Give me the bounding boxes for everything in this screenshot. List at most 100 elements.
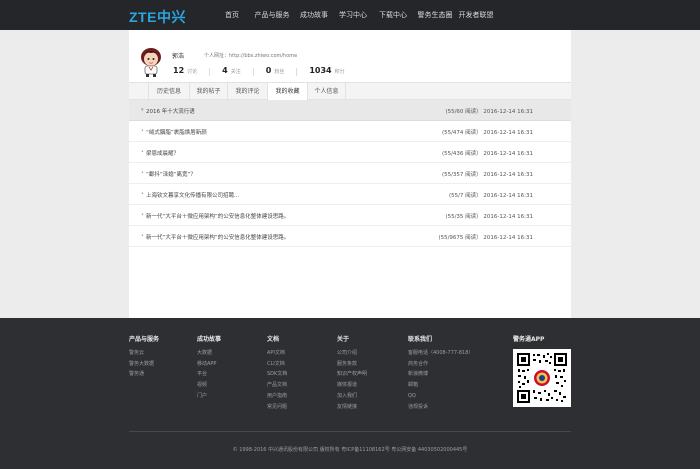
- tab-personal-info[interactable]: 个人信息: [308, 83, 346, 100]
- footer-link[interactable]: 友情链接: [337, 402, 367, 413]
- expand-arrow-icon: ▾: [141, 107, 144, 113]
- post-title[interactable]: “绒式胭脂”裹脂焕唇新颜: [146, 128, 207, 136]
- tab-my-comments[interactable]: 我的评论: [228, 83, 268, 100]
- footer-link[interactable]: SDK文档: [267, 369, 287, 380]
- tab-my-posts[interactable]: 我的帖子: [190, 83, 228, 100]
- footer-col-contact: 联系我们 客服电话（4008-777-818） 商务合作 新浪微博 邮箱 QQ …: [408, 334, 473, 412]
- post-meta: (55/60 阅读） 2016-12-14 16:31: [445, 109, 533, 115]
- post-title[interactable]: 上海钦文暮享文化传播有限公司招聘...: [146, 191, 239, 199]
- footer-heading: 成功故事: [197, 336, 222, 343]
- post-title[interactable]: 梁恩成晨耀？: [146, 149, 179, 157]
- footer-col-app: 警务通APP: [513, 334, 544, 348]
- stat-following[interactable]: 4 关注: [222, 66, 241, 76]
- footer-link[interactable]: 移动APP: [197, 359, 221, 370]
- footer-link[interactable]: 客服电话（4008-777-818）: [408, 348, 473, 359]
- footer-link[interactable]: 视频: [197, 380, 221, 391]
- bullet-icon: •: [141, 128, 144, 134]
- footer-col-docs: 文档 API文档 CLI文档 SDK文档 产品文档 用户指南 常见问题: [267, 334, 287, 412]
- nav-home[interactable]: 首页: [219, 0, 245, 30]
- footer-link[interactable]: QQ: [408, 391, 473, 402]
- stat-discussions[interactable]: 12 讨论: [173, 66, 197, 76]
- homepage-url[interactable]: 个人网址：http://bbs.zhiwo.com/home: [204, 52, 297, 59]
- bullet-icon: •: [141, 149, 144, 155]
- stat-label: 粉丝: [274, 69, 285, 75]
- nav-products[interactable]: 产品与服务: [253, 0, 291, 30]
- avatar-cartoon-icon: [141, 48, 161, 77]
- post-title[interactable]: “鄱抖”泽媳“离宽”？: [146, 170, 196, 178]
- username: 郭浩: [172, 53, 185, 60]
- nav-police-ecosystem[interactable]: 警务生态圈: [417, 0, 453, 30]
- footer-link[interactable]: 公司介绍: [337, 348, 367, 359]
- list-item[interactable]: • 上海钦文暮享文化传播有限公司招聘... (55/7 阅读） 2016-12-…: [129, 184, 571, 205]
- bullet-icon: •: [141, 233, 144, 239]
- zte-logo[interactable]: ZTE中兴: [129, 7, 186, 27]
- copyright-text: © 1998-2016 中兴通讯股份有限公司 版权所有 粤ICP备1110816…: [232, 447, 468, 453]
- footer-heading: 产品与服务: [129, 336, 160, 343]
- stat-points[interactable]: 1034 积分: [309, 66, 344, 76]
- footer-link[interactable]: 常见问题: [267, 402, 287, 413]
- stat-value: 12: [173, 66, 185, 75]
- list-item[interactable]: • 梁恩成晨耀？ (55/436 阅读） 2016-12-14 16:31: [129, 142, 571, 163]
- footer-link[interactable]: 邮箱: [408, 380, 473, 391]
- footer-link[interactable]: 违规投诉: [408, 402, 473, 413]
- stat-label: 积分: [334, 69, 345, 75]
- post-meta: (55/474 阅读） 2016-12-14 16:31: [441, 130, 533, 136]
- tab-history[interactable]: 历史信息: [148, 83, 190, 100]
- nav-download-center[interactable]: 下载中心: [378, 0, 408, 30]
- footer-link[interactable]: 大数据: [197, 348, 221, 359]
- footer-link[interactable]: 商务合作: [408, 359, 473, 370]
- post-meta: (55/357 阅读） 2016-12-14 16:31: [441, 172, 533, 178]
- footer-link[interactable]: 警务云: [129, 348, 159, 359]
- list-item[interactable]: • “绒式胭脂”裹脂焕唇新颜 (55/474 阅读） 2016-12-14 16…: [129, 121, 571, 142]
- list-item[interactable]: • “鄱抖”泽媳“离宽”？ (55/357 阅读） 2016-12-14 16:…: [129, 163, 571, 184]
- divider: [252, 68, 254, 76]
- profile-tabs: 历史信息 我的帖子 我的评论 我的收藏 个人信息: [129, 82, 571, 100]
- tab-my-favorites[interactable]: 我的收藏: [268, 83, 308, 100]
- app-qr-code: [513, 349, 571, 407]
- stat-value: 0: [265, 66, 272, 75]
- footer-link[interactable]: 新浪微博: [408, 369, 473, 380]
- avatar[interactable]: [137, 46, 165, 78]
- footer-heading: 文档: [267, 336, 280, 343]
- nav-success-stories[interactable]: 成功故事: [299, 0, 329, 30]
- footer-link[interactable]: 知识产权声明: [337, 369, 367, 380]
- nav-learning-center[interactable]: 学习中心: [338, 0, 368, 30]
- footer-link[interactable]: 门户: [197, 391, 221, 402]
- divider: [209, 68, 211, 76]
- footer-link[interactable]: 警务通: [129, 369, 159, 380]
- footer-link[interactable]: 用户指南: [267, 391, 287, 402]
- user-center-panel: 郭浩 个人网址：http://bbs.zhiwo.com/home 12 讨论 4…: [129, 30, 571, 318]
- divider: [296, 68, 298, 76]
- bullet-icon: •: [141, 191, 144, 197]
- post-meta: (55/436 阅读） 2016-12-14 16:31: [441, 151, 533, 157]
- footer-heading: 警务通APP: [513, 336, 545, 343]
- footer-link[interactable]: 产品文档: [267, 380, 287, 391]
- list-item[interactable]: • 新一代“大平台＋微应用架构”的公安信息化整体建设思路。 (55/9675 阅…: [129, 226, 571, 247]
- footer-heading: 联系我们: [408, 336, 433, 343]
- footer-col-stories: 成功故事 大数据 移动APP 平台 视频 门户: [197, 334, 221, 402]
- stat-label: 关注: [230, 69, 241, 75]
- profile-stats: 12 讨论 4 关注 0 粉丝 1034 积分: [173, 66, 357, 76]
- footer-link[interactable]: 媒体报道: [337, 380, 367, 391]
- post-title[interactable]: 新一代“大平台＋微应用架构”的公安信息化整体建设思路。: [146, 233, 289, 241]
- stat-value: 1034: [309, 66, 332, 75]
- post-meta: (55/35 阅读） 2016-12-14 16:31: [445, 214, 533, 220]
- footer-link[interactable]: 平台: [197, 369, 221, 380]
- post-title[interactable]: 2016 年十大流行语: [146, 107, 195, 115]
- top-navbar: ZTE中兴 首页 产品与服务 成功故事 学习中心 下载中心 警务生态圈 开发者联…: [0, 0, 700, 30]
- footer-link[interactable]: 加入我们: [337, 391, 367, 402]
- post-title[interactable]: 新一代“大平台＋微应用架构”的公安信息化整体建设思路。: [146, 212, 289, 220]
- list-item[interactable]: • 新一代“大平台＋微应用架构”的公安信息化整体建设思路。 (55/35 阅读）…: [129, 205, 571, 226]
- footer-col-products: 产品与服务 警务云 警务大数据 警务通: [129, 334, 159, 380]
- stat-followers[interactable]: 0 粉丝: [266, 66, 285, 76]
- footer-link[interactable]: 服务条款: [337, 359, 367, 370]
- list-item[interactable]: ▾ 2016 年十大流行语 (55/60 阅读） 2016-12-14 16:3…: [129, 100, 571, 121]
- post-meta: (55/9675 阅读） 2016-12-14 16:31: [438, 235, 533, 241]
- footer-link[interactable]: API文档: [267, 348, 287, 359]
- qr-code-icon: [516, 352, 568, 404]
- footer-link[interactable]: 警务大数据: [129, 359, 159, 370]
- footer-link[interactable]: CLI文档: [267, 359, 287, 370]
- footer-col-about: 关于 公司介绍 服务条款 知识产权声明 媒体报道 加入我们 友情链接: [337, 334, 367, 412]
- stat-value: 4: [222, 66, 228, 75]
- nav-developer-alliance[interactable]: 开发者联盟: [458, 0, 494, 30]
